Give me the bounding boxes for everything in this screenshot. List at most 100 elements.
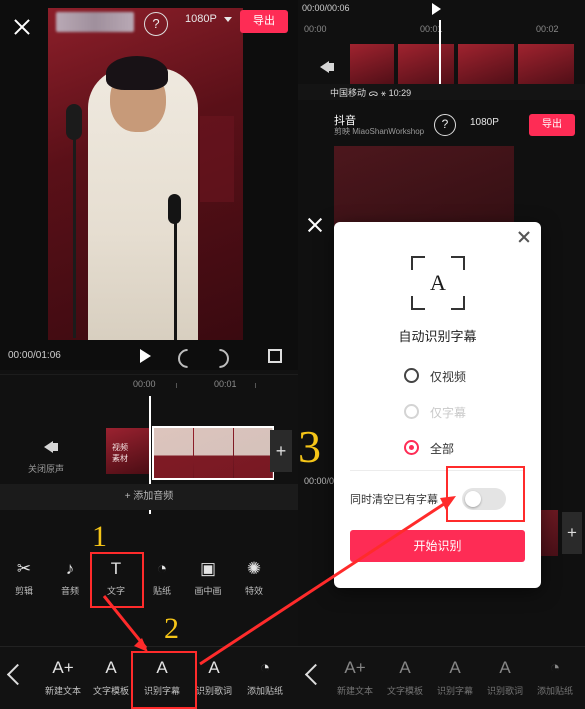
mic-stand [73,138,76,338]
right-export-button[interactable]: 导出 [529,114,575,136]
right-ruler-mark-2: 00:02 [536,24,559,34]
text-template-icon: A [105,658,117,677]
highlight-text-tool [90,552,144,608]
right-timeline-clip-2[interactable] [398,44,454,86]
timeline-clip[interactable]: 视频 素材 [106,428,150,474]
resolution-selector[interactable]: 1080P [185,13,232,25]
dialog-close-icon[interactable] [517,230,531,244]
option-subtitle-only: 仅字幕 [334,400,541,426]
add-clip-icon[interactable]: + [270,430,292,472]
right-editor-top-bar: 抖音 剪映 MiaoShanWorkshop ? 1080P 导出 [298,104,585,142]
right-submenu-recognize-lyrics[interactable]: A 识别歌词 [478,655,532,697]
timeline-ruler: 00:00 00:01 [0,374,298,397]
chevron-down-icon [223,16,232,22]
right-add-sticker-icon: ◔ [549,658,561,677]
submenu-text-template[interactable]: A 文字模板 [84,655,138,697]
right-question-mark-icon[interactable]: ? [434,114,456,136]
resolution-label: 1080P [185,13,217,25]
add-sticker-icon: ◔ [259,658,271,677]
start-recognition-button[interactable]: 开始识别 [350,530,525,562]
ruler-mark-1: 00:01 [214,379,237,389]
right-timeline-clip-1[interactable] [350,44,394,86]
play-icon[interactable] [140,349,151,363]
question-mark-icon[interactable]: ? [144,12,168,36]
microphone-2-icon [168,194,181,224]
right-close-icon[interactable] [306,216,324,234]
editor-top-bar: ? 1080P 导出 [0,0,298,40]
right-timeline-clip-3[interactable] [458,44,514,86]
clear-existing-subtitle-label: 同时清空已有字幕 [350,494,438,506]
redo-icon[interactable] [206,345,233,372]
right-add-clip-icon[interactable]: + [562,512,582,554]
submenu-new-text[interactable]: A+ 新建文本 [36,655,90,697]
editor-toolbar: ✂ 剪辑 ♪ 音频 T 文字 ◔ 贴纸 ▣ 画中画 ✺ 特效 [0,552,298,610]
right-submenu-recognize-subtitle[interactable]: A 识别字幕 [428,655,482,697]
submenu-text-template-label: 文字模板 [92,686,129,696]
back-arrow-icon[interactable] [6,663,29,686]
tool-sticker[interactable]: ◔ 贴纸 [138,556,186,597]
speaker-icon[interactable] [44,436,66,458]
right-recognize-lyrics-icon: A [499,658,511,677]
right-player-controls: 00:00/00:06 [298,0,585,18]
radio-video-only[interactable] [404,368,419,383]
tool-sticker-label: 贴纸 [152,586,171,596]
right-text-template-icon: A [399,658,411,677]
mic-stand-2 [174,222,177,340]
background-decor [200,116,234,202]
option-video-only[interactable]: 仅视频 [334,364,541,390]
tool-audio[interactable]: ♪ 音频 [46,556,94,597]
right-play-icon[interactable] [432,3,441,15]
right-submenu-add-sticker-label: 添加贴纸 [536,686,573,696]
add-audio-button[interactable]: + 添加音频 [0,484,298,510]
highlight-recognize-subtitle [131,651,197,709]
project-title-blurred [56,12,134,32]
right-playhead[interactable] [439,20,441,90]
right-speaker-icon[interactable] [320,56,340,74]
option-video-only-label: 仅视频 [430,370,467,384]
performer-hair [106,56,168,90]
auto-subtitle-scan-icon: A [411,256,465,310]
right-top-timecode: 00:00/00:06 [302,3,350,13]
step-number-3: 3 [298,421,321,472]
tool-effects[interactable]: ✺ 特效 [230,556,278,597]
option-subtitle-only-label: 仅字幕 [430,406,467,420]
close-icon[interactable] [12,17,32,37]
option-all[interactable]: 全部 [334,436,541,462]
radio-all[interactable] [404,440,419,455]
step-number-1: 1 [92,520,107,553]
right-submenu-new-text[interactable]: A+ 新建文本 [328,655,382,697]
highlight-toggle [446,466,525,522]
tool-clip[interactable]: ✂ 剪辑 [0,556,48,597]
effects-icon: ✺ [246,559,262,578]
fullscreen-icon[interactable] [268,349,282,363]
undo-icon[interactable] [174,345,201,372]
timeline-clip-selected[interactable] [152,426,274,480]
video-frame[interactable] [48,8,243,340]
scan-icon-letter: A [430,270,446,295]
submenu-add-sticker[interactable]: ◔ 添加贴纸 [238,655,292,697]
phone-status-bar: 中国移动 ᯅ ⚹ 10:29 [298,84,585,100]
player-timecode: 00:00/01:06 [8,350,61,361]
right-back-arrow-icon[interactable] [304,663,327,686]
right-timeline-clip-4[interactable] [518,44,574,86]
tool-effects-label: 特效 [244,586,263,596]
right-submenu-recognize-subtitle-label: 识别字幕 [436,686,473,696]
text-submenu-bar: A+ 新建文本 A 文字模板 A 识别字幕 A 识别歌词 ◔ 添加贴纸 [0,646,298,709]
auto-subtitle-dialog: A 自动识别字幕 仅视频 仅字幕 全部 同时清空已有字幕 开始识别 [334,222,541,588]
tool-pip[interactable]: ▣ 画中画 [184,556,232,597]
submenu-add-sticker-label: 添加贴纸 [246,686,283,696]
export-button[interactable]: 导出 [240,10,288,33]
microphone-icon [66,104,82,140]
right-submenu-text-template-label: 文字模板 [386,686,423,696]
video-preview-area: ? 1080P 导出 [0,0,298,370]
right-submenu-add-sticker[interactable]: ◔ 添加贴纸 [528,655,582,697]
tool-audio-label: 音频 [60,586,79,596]
right-timeline-track[interactable] [298,44,585,88]
screenshot-root: ? 1080P 导出 00:00/01:06 00:00 00:01 关闭原声 … [0,0,585,709]
right-submenu-text-template[interactable]: A 文字模板 [378,655,432,697]
ruler-mark-0: 00:00 [133,379,156,389]
dialog-title: 自动识别字幕 [398,329,477,344]
right-resolution-label[interactable]: 1080P [470,117,499,128]
picture-in-picture-icon: ▣ [199,559,217,578]
right-text-submenu-bar: A+ 新建文本 A 文字模板 A 识别字幕 A 识别歌词 ◔ 添加贴纸 [298,646,585,709]
